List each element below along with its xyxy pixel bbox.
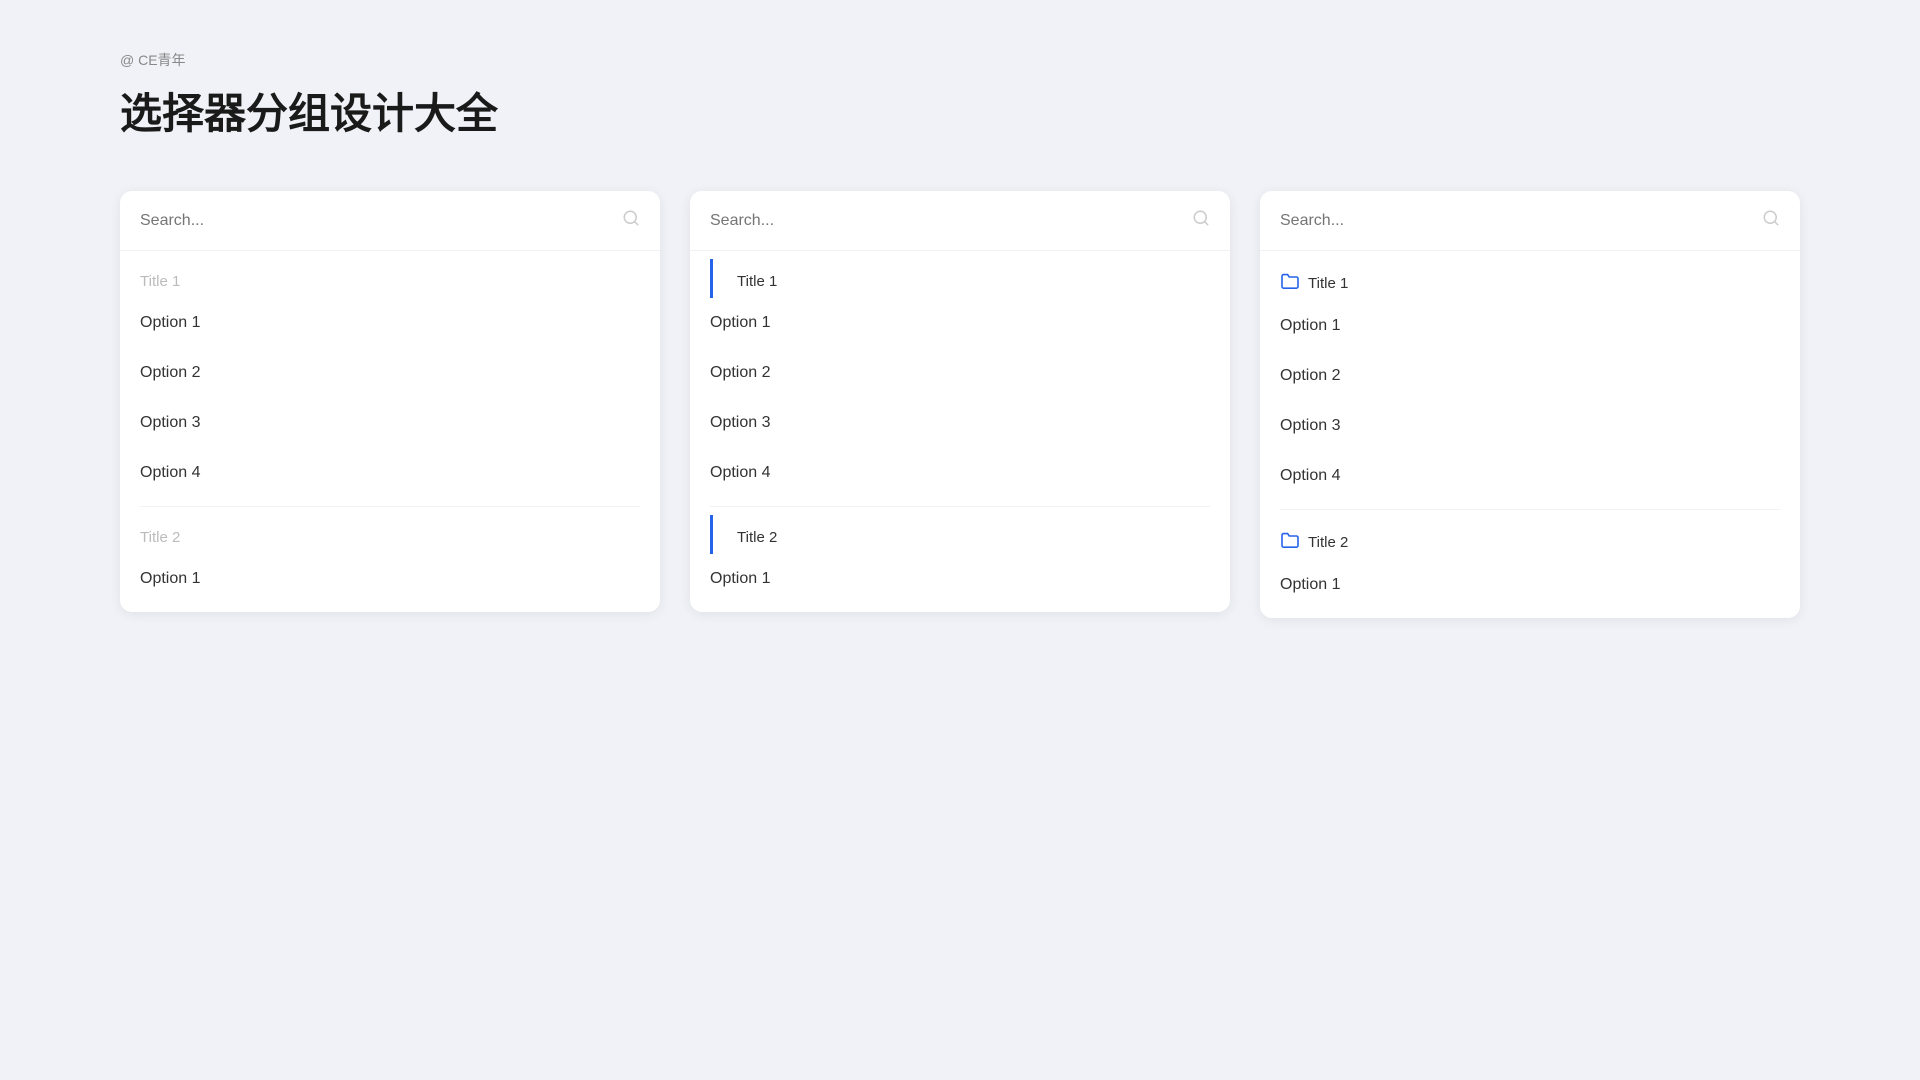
option-item-2-1-3[interactable]: Option 3 [690,398,1230,448]
option-item-1-2-1[interactable]: Option 1 [120,554,660,604]
option-item-2-1-1[interactable]: Option 1 [690,298,1230,348]
option-item-3-1-4[interactable]: Option 4 [1260,451,1800,501]
page-title: 选择器分组设计大全 [120,80,1800,141]
card-1: Title 1Option 1Option 2Option 3Option 4T… [120,191,660,612]
divider [1280,509,1780,510]
option-item-1-1-3[interactable]: Option 3 [120,398,660,448]
option-item-2-2-1[interactable]: Option 1 [690,554,1230,604]
search-bar-2 [690,191,1230,251]
option-item-3-1-2[interactable]: Option 2 [1260,351,1800,401]
group-title-1-2: Title 2 [120,515,660,554]
option-item-2-1-4[interactable]: Option 4 [690,448,1230,498]
list-body-3: Title 1Option 1Option 2Option 3Option 4 … [1260,251,1800,618]
search-input-2[interactable] [710,212,1192,230]
group-title-text-3-1: Title 1 [1308,275,1348,292]
folder-icon [1280,532,1300,552]
cards-container: Title 1Option 1Option 2Option 3Option 4T… [120,191,1800,618]
group-title-1-1: Title 1 [120,259,660,298]
option-item-1-1-4[interactable]: Option 4 [120,448,660,498]
list-body-1: Title 1Option 1Option 2Option 3Option 4T… [120,251,660,612]
group-title-2-1: Title 1 [710,259,1230,298]
search-icon [1192,209,1210,232]
divider [140,506,640,507]
search-input-1[interactable] [140,212,622,230]
search-icon [1762,209,1780,232]
list-body-2: Title 1Option 1Option 2Option 3Option 4T… [690,251,1230,612]
option-item-3-1-1[interactable]: Option 1 [1260,301,1800,351]
option-item-2-1-2[interactable]: Option 2 [690,348,1230,398]
search-input-3[interactable] [1280,212,1762,230]
option-item-3-2-1[interactable]: Option 1 [1260,560,1800,610]
option-item-1-1-1[interactable]: Option 1 [120,298,660,348]
group-title-text-3-2: Title 2 [1308,534,1348,551]
search-bar-3 [1260,191,1800,251]
brand-label: @ CE青年 [120,50,1800,70]
option-item-3-1-3[interactable]: Option 3 [1260,401,1800,451]
option-item-1-1-2[interactable]: Option 2 [120,348,660,398]
folder-icon [1280,273,1300,293]
search-bar-1 [120,191,660,251]
card-3: Title 1Option 1Option 2Option 3Option 4 … [1260,191,1800,618]
card-2: Title 1Option 1Option 2Option 3Option 4T… [690,191,1230,612]
divider [710,506,1210,507]
group-title-3-2: Title 2 [1260,518,1800,560]
group-title-2-2: Title 2 [710,515,1230,554]
group-title-3-1: Title 1 [1260,259,1800,301]
search-icon [622,209,640,232]
